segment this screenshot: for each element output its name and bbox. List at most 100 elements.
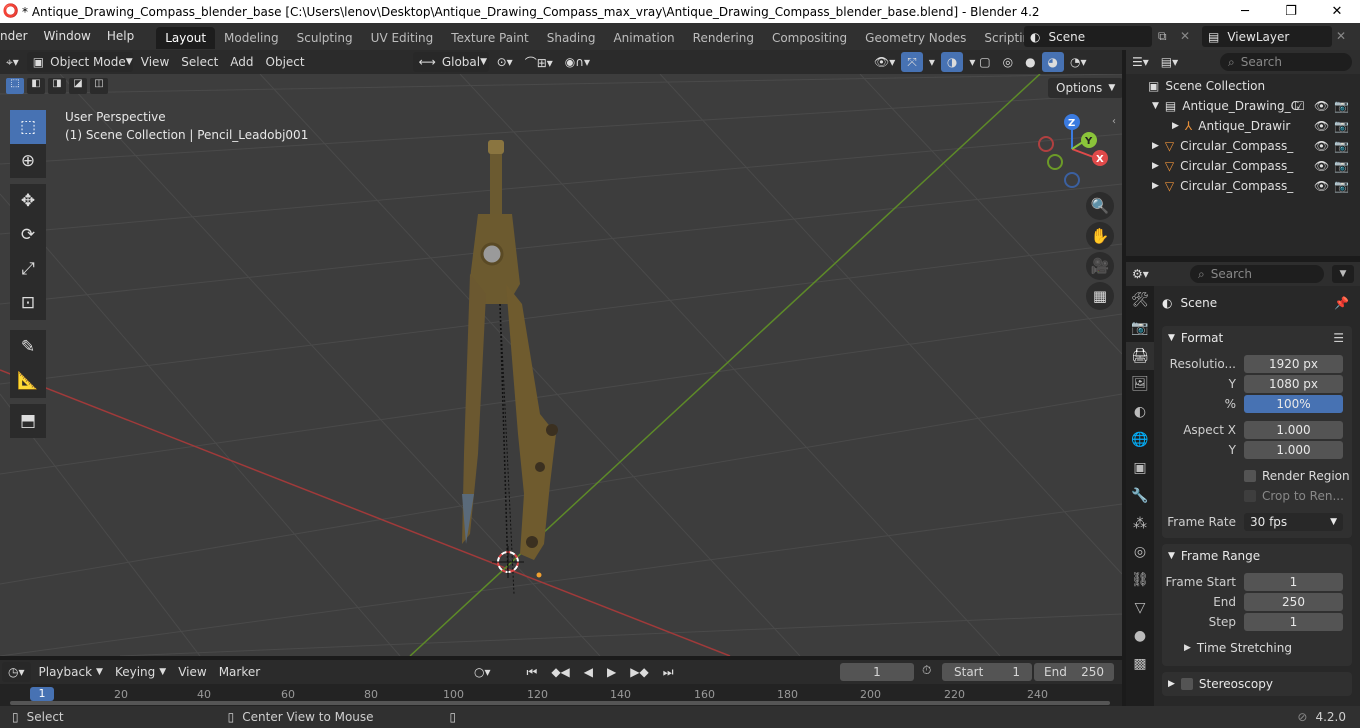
zoom-icon[interactable]: 🔍 <box>1086 192 1114 220</box>
outliner-row-collection[interactable]: ▼ ▤ Antique_Drawing_C ☑ 👁 📷 <box>1126 96 1360 116</box>
camera-render-icon[interactable]: 📷 <box>1334 99 1349 113</box>
eye-icon[interactable]: 👁 <box>1314 159 1329 173</box>
jump-end-icon[interactable]: ⏭ <box>657 662 680 682</box>
display-mode-icon[interactable]: ▤▾ <box>1155 52 1184 72</box>
tab-texture-paint[interactable]: Texture Paint <box>442 27 537 49</box>
menu-keying[interactable]: Keying ▼ <box>109 662 172 682</box>
new-scene-icon[interactable]: ⧉ <box>1158 29 1167 44</box>
select-new-icon[interactable]: ⬚ <box>6 78 24 94</box>
viewlayer-selector[interactable]: ▤ ViewLayer <box>1202 26 1332 47</box>
overlays-icon[interactable]: ◑ <box>940 52 964 72</box>
menu-playback[interactable]: Playback ▼ <box>33 662 109 682</box>
frame-step-field[interactable]: 1 <box>1244 613 1343 631</box>
tab-geometry-nodes[interactable]: Geometry Nodes <box>856 27 975 49</box>
frame-start-field[interactable]: 1 <box>1244 573 1343 591</box>
output-tab-icon[interactable]: 🖨 <box>1126 342 1154 370</box>
menu-help[interactable]: Help <box>99 23 142 50</box>
select-invert-icon[interactable]: ◪ <box>69 78 87 94</box>
tab-rendering[interactable]: Rendering <box>684 27 763 49</box>
physics-tab-icon[interactable]: ◎ <box>1126 538 1154 566</box>
playhead[interactable]: 1 <box>30 687 54 701</box>
tab-sculpting[interactable]: Sculpting <box>288 27 362 49</box>
outliner-row-object[interactable]: ▶ ▽ Circular_Compass_ 👁 📷 <box>1126 176 1360 196</box>
camera-render-icon[interactable]: 📷 <box>1334 139 1349 153</box>
orientation-dropdown[interactable]: ⟷ Global ▼ <box>412 52 489 72</box>
menu-timeline-view[interactable]: View <box>172 662 212 682</box>
outliner-row-armature[interactable]: ▶ ⅄ Antique_Drawir 👁 📷 <box>1126 116 1360 136</box>
tool-move-icon[interactable]: ✥ <box>10 184 46 218</box>
presets-list-icon[interactable]: ☰ <box>1333 331 1344 345</box>
maximize-button[interactable]: ❐ <box>1268 0 1314 23</box>
tool-rotate-icon[interactable]: ⟳ <box>10 218 46 252</box>
play-icon[interactable]: ▶ <box>601 662 622 682</box>
solid-shading-icon[interactable]: ● <box>1019 52 1041 72</box>
current-frame-field[interactable]: 1 <box>840 663 914 681</box>
menu-render[interactable]: nder <box>0 23 36 50</box>
3d-viewport[interactable]: Z X Y ⬚ ◧ ◨ ◪ ◫ User Perspective (1) Sce… <box>0 74 1122 656</box>
minimize-button[interactable]: ─ <box>1222 0 1268 23</box>
texture-tab-icon[interactable]: ▩ <box>1126 650 1154 678</box>
include-checkbox-icon[interactable]: ☑ <box>1294 99 1305 113</box>
xray-icon[interactable]: ▾ ▢ <box>963 52 996 72</box>
particles-tab-icon[interactable]: ⁂ <box>1126 510 1154 538</box>
close-button[interactable]: ✕ <box>1314 0 1360 23</box>
properties-search-input[interactable]: ⌕ Search <box>1190 265 1324 283</box>
jump-start-icon[interactable]: ⏮ <box>521 662 544 682</box>
camera-render-icon[interactable]: 📷 <box>1334 179 1349 193</box>
tab-modeling[interactable]: Modeling <box>215 27 288 49</box>
stereoscopy-checkbox[interactable] <box>1180 678 1193 690</box>
aspect-x-field[interactable]: 1.000 <box>1244 421 1343 439</box>
end-frame-field[interactable]: End 250 <box>1034 663 1114 681</box>
tool-transform-icon[interactable]: ⊡ <box>10 286 46 320</box>
tool-select-box-icon[interactable]: ⬚ <box>10 110 46 144</box>
aspect-y-field[interactable]: 1.000 <box>1244 441 1343 459</box>
stereoscopy-panel-header[interactable]: ▶ Stereoscopy <box>1162 672 1352 696</box>
material-shading-icon[interactable]: ◕ <box>1041 52 1065 72</box>
tool-tab-icon[interactable]: 🛠 <box>1126 286 1154 314</box>
tool-scale-icon[interactable]: ⤢ <box>10 252 46 286</box>
resolution-x-field[interactable]: 1920 px <box>1244 355 1343 373</box>
properties-editor-icon[interactable]: ⚙▾ <box>1126 264 1155 284</box>
gizmo-toggle-icon[interactable]: ⤧ <box>901 52 923 72</box>
constraints-tab-icon[interactable]: ⛓ <box>1126 566 1154 594</box>
snap-icon[interactable]: ⌒⊞▾ <box>519 52 559 72</box>
scene-selector[interactable]: ◐ Scene <box>1024 26 1152 47</box>
visibility-icon[interactable]: 👁▾ <box>868 52 901 72</box>
compass-model[interactable] <box>462 140 558 595</box>
pin-icon[interactable]: 📌 <box>1334 296 1349 310</box>
prev-keyframe-icon[interactable]: ◆◀ <box>545 662 575 682</box>
delete-viewlayer-icon[interactable]: ✕ <box>1336 29 1346 43</box>
timeline-scrollbar[interactable] <box>10 701 1110 705</box>
object-tab-icon[interactable]: ▣ <box>1126 454 1154 482</box>
select-intersect-icon[interactable]: ◫ <box>90 78 108 94</box>
timeline-ruler[interactable]: 1 20 40 60 80 100 120 140 160 180 200 22… <box>0 684 1122 706</box>
eye-icon[interactable]: 👁 <box>1314 179 1329 193</box>
crop-row[interactable]: Crop to Ren... <box>1162 486 1352 506</box>
select-subtract-icon[interactable]: ◨ <box>48 78 66 94</box>
menu-marker[interactable]: Marker <box>213 662 266 682</box>
menu-window[interactable]: Window <box>36 23 99 50</box>
tool-add-cube-icon[interactable]: ⬒ <box>10 404 46 438</box>
perspective-toggle-icon[interactable]: ▦ <box>1086 282 1114 310</box>
pivot-icon[interactable]: ⊙▾ <box>491 52 519 72</box>
pan-hand-icon[interactable]: ✋ <box>1086 222 1114 250</box>
time-stretching-subpanel[interactable]: ▶ Time Stretching <box>1162 638 1352 658</box>
menu-view[interactable]: View <box>135 52 175 72</box>
record-icon[interactable]: ○▾ <box>468 662 497 682</box>
select-extend-icon[interactable]: ◧ <box>27 78 45 94</box>
render-region-checkbox[interactable] <box>1244 470 1256 482</box>
timeline-editor-icon[interactable]: ◷▾ <box>2 662 31 682</box>
outliner-row-scene-collection[interactable]: ▣ Scene Collection <box>1126 76 1360 96</box>
proportional-edit-icon[interactable]: ◉∩▾ <box>559 52 596 72</box>
scene-tab-icon[interactable]: ◐ <box>1126 398 1154 426</box>
play-reverse-icon[interactable]: ◀ <box>578 662 599 682</box>
menu-select[interactable]: Select <box>175 52 224 72</box>
resolution-y-field[interactable]: 1080 px <box>1244 375 1343 393</box>
view-layer-tab-icon[interactable]: 🖼 <box>1126 370 1154 398</box>
data-tab-icon[interactable]: ▽ <box>1126 594 1154 622</box>
outliner-row-object[interactable]: ▶ ▽ Circular_Compass_ 👁 📷 <box>1126 156 1360 176</box>
eye-icon[interactable]: 👁 <box>1314 99 1329 113</box>
tool-annotate-icon[interactable]: ✎ <box>10 330 46 364</box>
outliner-row-object[interactable]: ▶ ▽ Circular_Compass_ 👁 📷 <box>1126 136 1360 156</box>
tab-compositing[interactable]: Compositing <box>763 27 856 49</box>
